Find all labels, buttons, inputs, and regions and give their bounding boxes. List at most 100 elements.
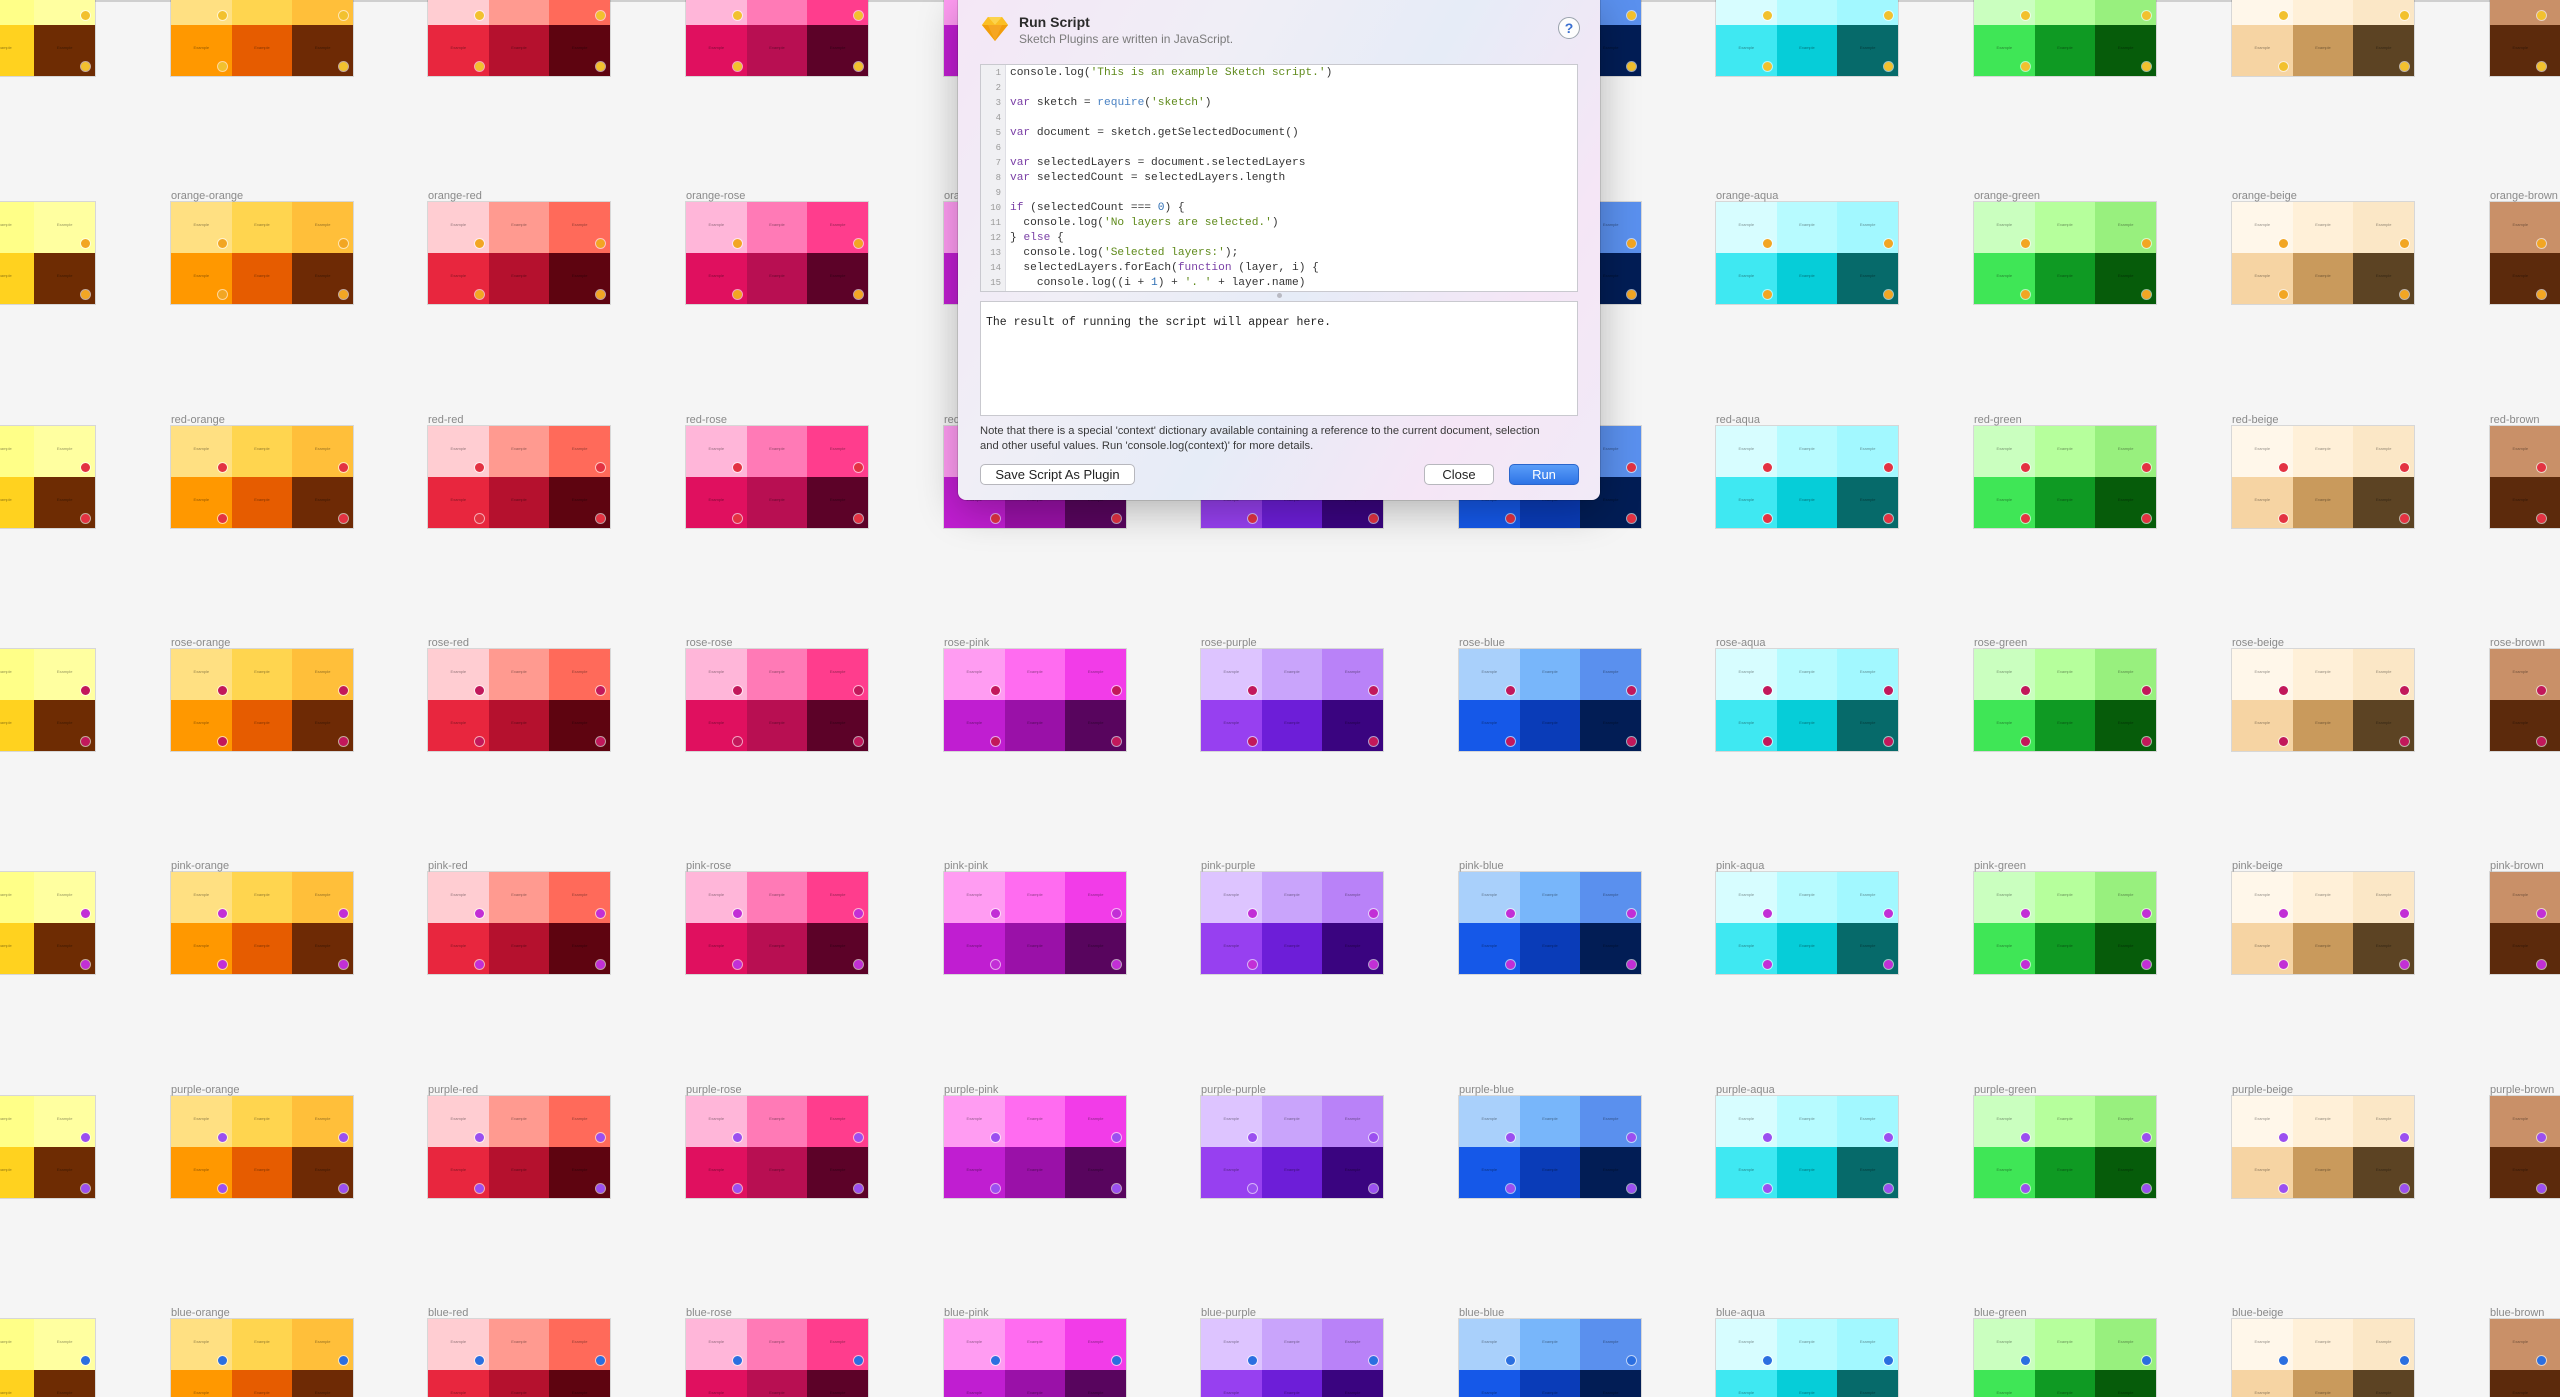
artboard-label[interactable]: orange-beige [2232, 190, 2297, 202]
color-swatch: Example [1837, 1147, 1898, 1198]
artboard-swatch-grid: ExampleExampleExampleExampleExampleExamp… [170, 0, 354, 77]
script-editor[interactable]: 1 console.log('This is an example Sketch … [980, 64, 1578, 292]
artboard-label[interactable]: blue-orange [171, 1307, 230, 1319]
color-swatch: Example [2292, 649, 2354, 700]
code-line[interactable]: 11 console.log('No layers are selected.'… [981, 216, 1577, 231]
code-line[interactable]: 12} else { [981, 231, 1577, 246]
code-line[interactable]: 14 selectedLayers.forEach(function (laye… [981, 261, 1577, 276]
artboard-swatch-grid: ExampleExampleExampleExampleExampleExamp… [1200, 1318, 1384, 1397]
artboard-label[interactable]: orange-red [428, 190, 482, 202]
artboard-label[interactable]: red-brown [2490, 414, 2540, 426]
artboard-label[interactable]: purple-orange [171, 1084, 240, 1096]
swatch-text: Example [571, 892, 588, 898]
artboard-label[interactable]: blue-green [1974, 1307, 2027, 1319]
color-swatch: Example [686, 872, 747, 923]
artboard-label[interactable]: blue-purple [1201, 1307, 1256, 1319]
artboard-label[interactable]: rose-beige [2232, 637, 2284, 649]
artboard-label[interactable]: purple-blue [1459, 1084, 1514, 1096]
symbol-dot [2142, 62, 2151, 71]
artboard-label[interactable]: blue-red [428, 1307, 468, 1319]
artboard-label[interactable]: orange-orange [171, 190, 243, 202]
artboard-label[interactable]: rose-blue [1459, 637, 1505, 649]
symbol-dot [2400, 737, 2409, 746]
color-swatch: Example [1716, 25, 1777, 76]
artboard-label[interactable]: purple-brown [2490, 1084, 2554, 1096]
color-swatch: Example [944, 649, 1005, 700]
artboard-label[interactable]: blue-rose [686, 1307, 732, 1319]
artboard-label[interactable]: orange-brown [2490, 190, 2558, 202]
artboard-label[interactable]: pink-orange [171, 860, 229, 872]
code-line[interactable]: 1 console.log('This is an example Sketch … [981, 66, 1577, 81]
code-line[interactable]: 8 var selectedCount = selectedLayers.leng… [981, 171, 1577, 186]
code-line[interactable]: 3 var sketch = require('sketch') [981, 96, 1577, 111]
artboard-label[interactable]: purple-green [1974, 1084, 2036, 1096]
code-line[interactable]: 4 [981, 111, 1577, 126]
code-line[interactable]: 10 if (selectedCount === 0) { [981, 201, 1577, 216]
swatch-text: Example [1602, 720, 1619, 726]
artboard-label[interactable]: pink-rose [686, 860, 731, 872]
artboard-swatch-grid: ExampleExampleExampleExampleExampleExamp… [1973, 1318, 2157, 1397]
artboard-label[interactable]: blue-blue [1459, 1307, 1504, 1319]
symbol-dot [1884, 463, 1893, 472]
code-line[interactable]: 7 var selectedLayers = document.selectedL… [981, 156, 1577, 171]
color-swatch: Example [2292, 1319, 2354, 1370]
swatch-text: Example [1859, 1339, 1876, 1345]
run-button[interactable]: Run [1509, 464, 1579, 485]
artboard-label[interactable]: pink-brown [2490, 860, 2544, 872]
artboard-label[interactable]: pink-green [1974, 860, 2026, 872]
artboard-label[interactable]: pink-pink [944, 860, 988, 872]
symbol-dot [732, 290, 742, 299]
artboard-label[interactable]: purple-aqua [1716, 1084, 1775, 1096]
swatch-text: Example [56, 892, 73, 898]
artboard-label[interactable]: rose-orange [171, 637, 230, 649]
artboard-label[interactable]: orange-aqua [1716, 190, 1778, 202]
artboard-label[interactable]: blue-pink [944, 1307, 989, 1319]
artboard-label[interactable]: pink-aqua [1716, 860, 1764, 872]
code-line[interactable]: 5 var document = sketch.getSelectedDocume… [981, 126, 1577, 141]
close-button[interactable]: Close [1424, 464, 1494, 485]
artboard-label[interactable]: blue-beige [2232, 1307, 2283, 1319]
artboard-label[interactable]: orange-green [1974, 190, 2040, 202]
artboard-label[interactable]: blue-aqua [1716, 1307, 1765, 1319]
artboard-label[interactable]: blue-brown [2490, 1307, 2544, 1319]
artboard-label[interactable]: purple-purple [1201, 1084, 1266, 1096]
artboard-label[interactable]: red-aqua [1716, 414, 1760, 426]
artboard-label[interactable]: red-orange [171, 414, 225, 426]
swatch-text: Example [2551, 943, 2560, 948]
code-line[interactable]: 2 [981, 81, 1577, 96]
artboard-label[interactable]: red-red [428, 414, 463, 426]
symbol-dot [217, 737, 227, 746]
artboard-label[interactable]: purple-rose [686, 1084, 742, 1096]
artboard-label[interactable]: rose-red [428, 637, 469, 649]
artboard-label[interactable]: purple-red [428, 1084, 478, 1096]
artboard-label[interactable]: pink-blue [1459, 860, 1504, 872]
artboard-label[interactable]: rose-purple [1201, 637, 1257, 649]
artboard-label[interactable]: purple-beige [2232, 1084, 2293, 1096]
artboard-label[interactable]: red-green [1974, 414, 2022, 426]
code-line[interactable]: 15 console.log((i + 1) + '. ' + layer.na… [981, 276, 1577, 291]
help-button[interactable]: ? [1558, 17, 1580, 39]
artboard-label[interactable]: red-rose [686, 414, 727, 426]
color-swatch: Example [0, 1319, 35, 1370]
artboard-label[interactable]: purple-pink [944, 1084, 998, 1096]
code-line[interactable]: 9 [981, 186, 1577, 201]
artboard-label[interactable]: rose-pink [944, 637, 989, 649]
artboard-label[interactable]: rose-aqua [1716, 637, 1766, 649]
save-script-as-plugin-button[interactable]: Save Script As Plugin [980, 464, 1135, 485]
artboard-label[interactable]: rose-brown [2490, 637, 2545, 649]
artboard-label[interactable]: pink-beige [2232, 860, 2283, 872]
artboard-label[interactable]: rose-rose [686, 637, 732, 649]
color-swatch: Example [2550, 426, 2560, 477]
color-swatch: Example [1716, 872, 1777, 923]
artboard-label[interactable]: rose-green [1974, 637, 2027, 649]
code-line[interactable]: 6 [981, 141, 1577, 156]
artboard-swatch-grid: ExampleExampleExampleExampleExampleExamp… [685, 425, 869, 529]
editor-splitter-handle[interactable] [980, 292, 1578, 300]
artboard-swatch-grid: ExampleExampleExampleExampleExampleExamp… [1973, 0, 2157, 77]
symbol-dot [2142, 514, 2151, 523]
artboard-label[interactable]: orange-rose [686, 190, 745, 202]
code-line[interactable]: 13 console.log('Selected layers:'); [981, 246, 1577, 261]
artboard-label[interactable]: pink-red [428, 860, 468, 872]
artboard-label[interactable]: pink-purple [1201, 860, 1255, 872]
artboard-label[interactable]: red-beige [2232, 414, 2278, 426]
